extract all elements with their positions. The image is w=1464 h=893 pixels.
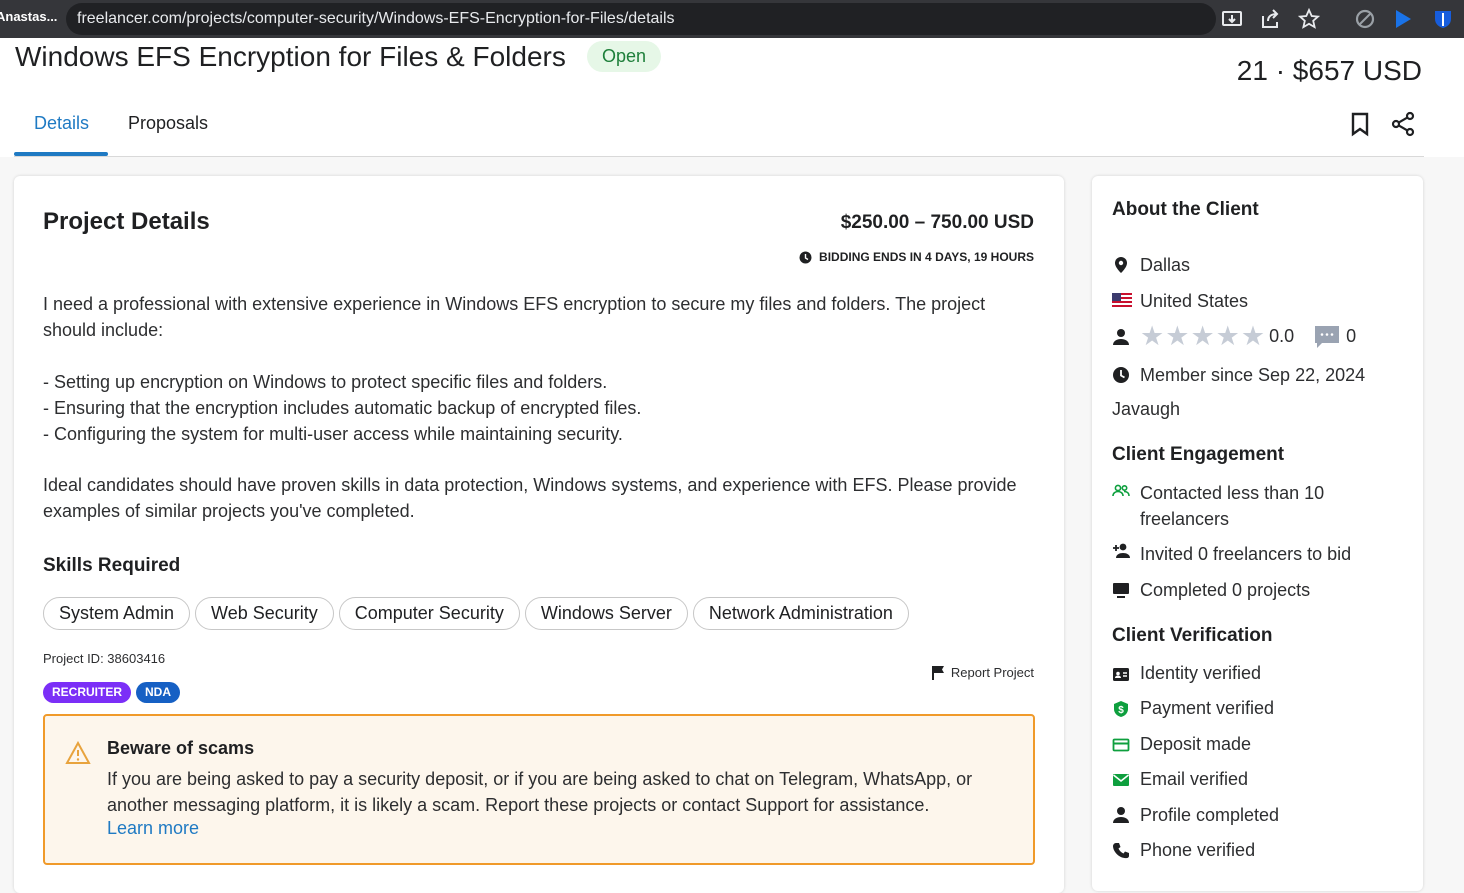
review-count: 0 <box>1346 326 1357 346</box>
bidding-ends-text: BIDDING ENDS IN 4 DAYS, 19 HOURS <box>819 250 1034 264</box>
us-flag-icon <box>1112 293 1132 307</box>
extension-circle-icon[interactable] <box>1354 8 1376 30</box>
skills-list: System Admin Web Security Computer Secur… <box>43 597 909 630</box>
engagement-completed: Completed 0 projects <box>1140 580 1311 600</box>
description-item: - Ensuring that the encryption includes … <box>43 398 642 418</box>
star-icon: ★ <box>1165 321 1190 351</box>
client-country: United States <box>1140 291 1249 311</box>
extension-arrow-icon[interactable] <box>1392 8 1414 30</box>
warning-text: If you are being asked to pay a security… <box>107 769 973 815</box>
phone-icon <box>1113 843 1129 859</box>
description-item: - Setting up encryption on Windows to pr… <box>43 372 608 392</box>
rating-value: 0.0 <box>1269 326 1295 346</box>
shield-dollar-icon: $ <box>1114 701 1128 717</box>
tab-details[interactable]: Details <box>34 113 89 134</box>
person-add-icon <box>1113 543 1130 558</box>
envelope-icon <box>1113 774 1129 786</box>
address-bar[interactable]: freelancer.com/projects/computer-securit… <box>66 3 1216 35</box>
clock-icon <box>799 251 812 263</box>
verification-deposit: Deposit made <box>1140 734 1252 754</box>
id-card-icon <box>1113 668 1129 681</box>
engagement-invited: Invited 0 freelancers to bid <box>1140 544 1352 564</box>
learn-more-link[interactable]: Learn more <box>107 818 199 839</box>
client-username: Javaugh <box>1112 399 1181 419</box>
share-icon[interactable] <box>1390 111 1416 137</box>
nda-badge: NDA <box>136 682 180 703</box>
star-icon: ★ <box>1190 321 1215 351</box>
client-engagement-heading: Client Engagement <box>1112 444 1285 465</box>
skill-tag[interactable]: Web Security <box>195 597 334 630</box>
svg-text:$: $ <box>1118 705 1124 716</box>
star-icon: ★ <box>1240 321 1266 351</box>
budget-range: $250.00 – 750.00 USD <box>840 212 1034 233</box>
share-page-icon[interactable] <box>1259 8 1281 30</box>
flag-icon <box>931 666 944 680</box>
url-text: freelancer.com/projects/computer-securit… <box>77 10 675 27</box>
warning-title: Beware of scams <box>107 738 255 758</box>
bookmark-star-icon[interactable] <box>1298 8 1320 30</box>
client-city: Dallas <box>1140 255 1191 275</box>
skill-tag[interactable]: Windows Server <box>524 597 688 630</box>
star-icon: ★ <box>1140 321 1165 351</box>
person-icon <box>1113 807 1129 823</box>
verification-identity: Identity verified <box>1140 663 1262 683</box>
tab-proposals[interactable]: Proposals <box>128 113 208 134</box>
browser-tab-title[interactable]: Anastas... <box>0 9 62 29</box>
credit-card-icon <box>1112 738 1130 752</box>
report-project-label: Report Project <box>950 665 1034 680</box>
client-verification-heading: Client Verification <box>1112 625 1273 646</box>
review-comment-icon <box>1315 325 1340 348</box>
header-divider <box>14 156 1424 157</box>
browser-toolbar: Anastas... freelancer.com/projects/compu… <box>0 0 1464 38</box>
description-intro: I need a professional with extensive exp… <box>43 294 986 340</box>
bookmark-icon[interactable] <box>1347 111 1373 137</box>
engagement-contacted: Contacted less than 10 freelancers <box>1140 483 1325 529</box>
location-pin-icon <box>1115 257 1127 273</box>
about-client-heading: About the Client <box>1112 199 1259 220</box>
verification-email: Email verified <box>1140 769 1249 789</box>
skill-tag[interactable]: Computer Security <box>338 597 520 630</box>
verification-payment: Payment verified <box>1140 698 1275 718</box>
description-outro: Ideal candidates should have proven skil… <box>43 475 1017 521</box>
description-item: - Configuring the system for multi-user … <box>43 424 623 444</box>
install-app-icon[interactable] <box>1221 8 1243 30</box>
skill-tag[interactable]: Network Administration <box>692 597 909 630</box>
bids-summary: 21 · $657 USD <box>1236 55 1422 86</box>
extension-shield-icon[interactable] <box>1432 8 1454 30</box>
skill-tag[interactable]: System Admin <box>43 597 191 630</box>
person-icon <box>1113 329 1129 345</box>
member-since: Member since Sep 22, 2024 <box>1140 365 1366 385</box>
skills-heading: Skills Required <box>43 555 181 576</box>
report-project-link[interactable]: Report Project <box>931 665 1034 680</box>
bidding-ends: BIDDING ENDS IN 4 DAYS, 19 HOURS <box>799 250 1034 264</box>
verification-phone: Phone verified <box>1140 840 1256 860</box>
warning-icon <box>65 741 91 764</box>
verification-profile: Profile completed <box>1140 805 1280 825</box>
recruiter-badge: RECRUITER <box>43 682 132 703</box>
monitor-icon <box>1113 583 1129 598</box>
contacts-icon <box>1112 484 1130 497</box>
page-title: Windows EFS Encryption for Files & Folde… <box>15 41 566 72</box>
status-badge: Open <box>587 41 662 72</box>
star-icon: ★ <box>1215 321 1240 351</box>
client-rating: ★ ★ ★ ★ ★ 0.0 0 <box>1140 323 1356 350</box>
project-details-heading: Project Details <box>43 208 210 235</box>
project-id: Project ID: 38603416 <box>43 651 166 666</box>
clock-icon <box>1113 367 1129 383</box>
